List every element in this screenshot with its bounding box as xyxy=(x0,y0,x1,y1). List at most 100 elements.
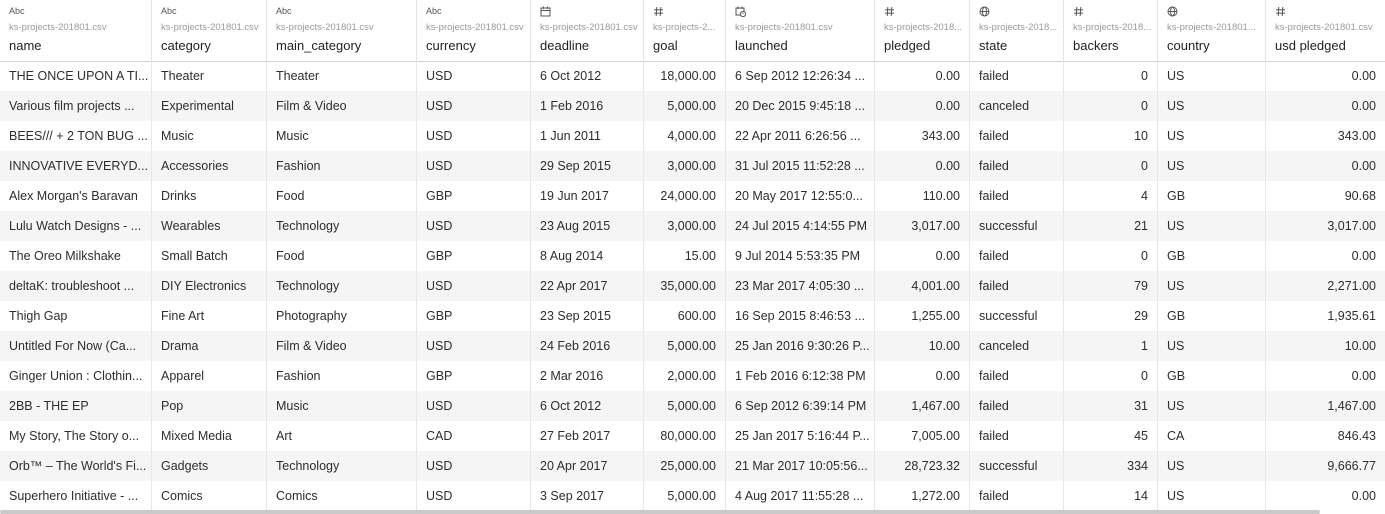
cell-deadline[interactable]: 29 Sep 2015 xyxy=(530,151,643,181)
cell-category[interactable]: Theater xyxy=(151,61,266,91)
cell-country[interactable]: GB xyxy=(1157,181,1265,211)
cell-usd-pledged[interactable]: 0.00 xyxy=(1265,151,1385,181)
table-row[interactable]: Lulu Watch Designs - ... Wearables Technol… xyxy=(0,211,1385,241)
column-header-category[interactable]: Abc ks-projects-201801.csv category xyxy=(151,0,266,61)
cell-goal[interactable]: 2,000.00 xyxy=(643,361,725,391)
cell-currency[interactable]: USD xyxy=(416,391,530,421)
cell-category[interactable]: Wearables xyxy=(151,211,266,241)
cell-launched[interactable]: 25 Jan 2016 9:30:26 P... xyxy=(725,331,874,361)
cell-country[interactable]: US xyxy=(1157,391,1265,421)
cell-country[interactable]: CA xyxy=(1157,421,1265,451)
cell-country[interactable]: US xyxy=(1157,151,1265,181)
cell-backers[interactable]: 14 xyxy=(1063,481,1157,511)
cell-usd-pledged[interactable]: 9,666.77 xyxy=(1265,451,1385,481)
cell-state[interactable]: failed xyxy=(969,361,1063,391)
cell-main-category[interactable]: Theater xyxy=(266,61,416,91)
cell-backers[interactable]: 45 xyxy=(1063,421,1157,451)
cell-currency[interactable]: USD xyxy=(416,91,530,121)
cell-name[interactable]: Ginger Union : Clothin... xyxy=(0,361,151,391)
cell-name[interactable]: deltaK: troubleshoot ... xyxy=(0,271,151,301)
cell-backers[interactable]: 79 xyxy=(1063,271,1157,301)
column-header-backers[interactable]: ks-projects-2018... backers xyxy=(1063,0,1157,61)
cell-name[interactable]: INNOVATIVE EVERYD... xyxy=(0,151,151,181)
cell-pledged[interactable]: 110.00 xyxy=(874,181,969,211)
cell-country[interactable]: US xyxy=(1157,211,1265,241)
column-header-state[interactable]: ks-projects-2018... state xyxy=(969,0,1063,61)
cell-currency[interactable]: USD xyxy=(416,331,530,361)
cell-deadline[interactable]: 27 Feb 2017 xyxy=(530,421,643,451)
cell-main-category[interactable]: Photography xyxy=(266,301,416,331)
cell-launched[interactable]: 4 Aug 2017 11:55:28 ... xyxy=(725,481,874,511)
cell-category[interactable]: DIY Electronics xyxy=(151,271,266,301)
cell-pledged[interactable]: 1,255.00 xyxy=(874,301,969,331)
cell-main-category[interactable]: Film & Video xyxy=(266,91,416,121)
cell-state[interactable]: canceled xyxy=(969,331,1063,361)
cell-deadline[interactable]: 23 Aug 2015 xyxy=(530,211,643,241)
cell-state[interactable]: successful xyxy=(969,451,1063,481)
cell-deadline[interactable]: 8 Aug 2014 xyxy=(530,241,643,271)
cell-name[interactable]: THE ONCE UPON A TI... xyxy=(0,61,151,91)
cell-state[interactable]: failed xyxy=(969,241,1063,271)
cell-name[interactable]: My Story, The Story o... xyxy=(0,421,151,451)
cell-pledged[interactable]: 4,001.00 xyxy=(874,271,969,301)
cell-backers[interactable]: 10 xyxy=(1063,121,1157,151)
cell-state[interactable]: failed xyxy=(969,61,1063,91)
cell-goal[interactable]: 25,000.00 xyxy=(643,451,725,481)
cell-main-category[interactable]: Music xyxy=(266,391,416,421)
table-row[interactable]: 2BB - THE EP Pop Music USD 6 Oct 2012 5,000.0… xyxy=(0,391,1385,421)
cell-backers[interactable]: 0 xyxy=(1063,361,1157,391)
cell-name[interactable]: Various film projects ... xyxy=(0,91,151,121)
cell-deadline[interactable]: 22 Apr 2017 xyxy=(530,271,643,301)
cell-goal[interactable]: 4,000.00 xyxy=(643,121,725,151)
cell-pledged[interactable]: 1,272.00 xyxy=(874,481,969,511)
cell-category[interactable]: Experimental xyxy=(151,91,266,121)
cell-category[interactable]: Gadgets xyxy=(151,451,266,481)
table-row[interactable]: deltaK: troubleshoot ... DIY Electronics T… xyxy=(0,271,1385,301)
cell-state[interactable]: failed xyxy=(969,391,1063,421)
cell-launched[interactable]: 9 Jul 2014 5:53:35 PM xyxy=(725,241,874,271)
cell-launched[interactable]: 1 Feb 2016 6:12:38 PM xyxy=(725,361,874,391)
cell-goal[interactable]: 5,000.00 xyxy=(643,481,725,511)
table-row[interactable]: BEES/// + 2 TON BUG ... Music Music USD 1 Ju… xyxy=(0,121,1385,151)
cell-currency[interactable]: USD xyxy=(416,271,530,301)
cell-category[interactable]: Drama xyxy=(151,331,266,361)
cell-country[interactable]: US xyxy=(1157,481,1265,511)
cell-category[interactable]: Fine Art xyxy=(151,301,266,331)
cell-usd-pledged[interactable]: 0.00 xyxy=(1265,361,1385,391)
cell-deadline[interactable]: 1 Feb 2016 xyxy=(530,91,643,121)
cell-goal[interactable]: 80,000.00 xyxy=(643,421,725,451)
cell-deadline[interactable]: 6 Oct 2012 xyxy=(530,61,643,91)
cell-category[interactable]: Accessories xyxy=(151,151,266,181)
cell-main-category[interactable]: Fashion xyxy=(266,361,416,391)
cell-deadline[interactable]: 3 Sep 2017 xyxy=(530,481,643,511)
cell-state[interactable]: failed xyxy=(969,181,1063,211)
cell-launched[interactable]: 20 Dec 2015 9:45:18 ... xyxy=(725,91,874,121)
cell-name[interactable]: Orb™ – The World's Fi... xyxy=(0,451,151,481)
cell-deadline[interactable]: 20 Apr 2017 xyxy=(530,451,643,481)
cell-usd-pledged[interactable]: 0.00 xyxy=(1265,481,1385,511)
cell-usd-pledged[interactable]: 2,271.00 xyxy=(1265,271,1385,301)
cell-name[interactable]: The Oreo Milkshake xyxy=(0,241,151,271)
cell-currency[interactable]: USD xyxy=(416,481,530,511)
cell-launched[interactable]: 23 Mar 2017 4:05:30 ... xyxy=(725,271,874,301)
horizontal-scrollbar[interactable] xyxy=(0,510,1320,514)
cell-state[interactable]: failed xyxy=(969,481,1063,511)
cell-currency[interactable]: CAD xyxy=(416,421,530,451)
cell-name[interactable]: Untitled For Now (Ca... xyxy=(0,331,151,361)
cell-country[interactable]: US xyxy=(1157,61,1265,91)
cell-currency[interactable]: USD xyxy=(416,211,530,241)
cell-deadline[interactable]: 6 Oct 2012 xyxy=(530,391,643,421)
cell-goal[interactable]: 24,000.00 xyxy=(643,181,725,211)
table-row[interactable]: My Story, The Story o... Mixed Media Art CA… xyxy=(0,421,1385,451)
cell-category[interactable]: Small Batch xyxy=(151,241,266,271)
cell-goal[interactable]: 35,000.00 xyxy=(643,271,725,301)
cell-country[interactable]: GB xyxy=(1157,241,1265,271)
cell-main-category[interactable]: Technology xyxy=(266,211,416,241)
cell-goal[interactable]: 15.00 xyxy=(643,241,725,271)
cell-launched[interactable]: 25 Jan 2017 5:16:44 P... xyxy=(725,421,874,451)
cell-state[interactable]: successful xyxy=(969,211,1063,241)
cell-usd-pledged[interactable]: 0.00 xyxy=(1265,241,1385,271)
cell-name[interactable]: Lulu Watch Designs - ... xyxy=(0,211,151,241)
cell-category[interactable]: Pop xyxy=(151,391,266,421)
cell-country[interactable]: GB xyxy=(1157,361,1265,391)
